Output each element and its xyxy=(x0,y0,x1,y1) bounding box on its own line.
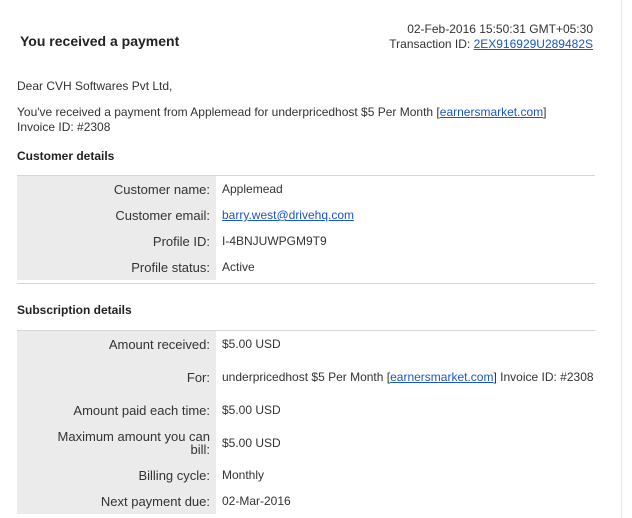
subscription-details-heading: Subscription details xyxy=(17,303,132,317)
message-prefix: You've received a payment from Applemead… xyxy=(17,105,440,119)
for-site-link[interactable]: earnersmarket.com xyxy=(390,370,493,384)
subscription-details-table: Amount received: $5.00 USD For: underpri… xyxy=(17,330,595,514)
table-row: Next payment due: 02-Mar-2016 xyxy=(17,488,595,514)
customer-name-label: Customer name: xyxy=(17,176,216,202)
table-row: Billing cycle: Monthly xyxy=(17,462,595,488)
section-divider xyxy=(17,283,595,284)
for-value: underpricedhost $5 Per Month [earnersmar… xyxy=(216,370,595,384)
profile-status-value: Active xyxy=(222,260,255,274)
amount-each-time-label: Amount paid each time: xyxy=(17,397,216,423)
greeting-text: Dear CVH Softwares Pvt Ltd, xyxy=(17,79,173,93)
transaction-meta: 02-Feb-2016 15:50:31 GMT+05:30 Transacti… xyxy=(389,22,593,52)
profile-id-value: I-4BNJUWPGM9T9 xyxy=(222,234,327,248)
table-row: Customer email: barry.west@drivehq.com xyxy=(17,202,595,228)
transaction-id-line: Transaction ID: 2EX916929U289482S xyxy=(389,37,593,52)
customer-details-heading: Customer details xyxy=(17,149,115,163)
customer-name-value: Applemead xyxy=(222,182,283,196)
next-payment-value: 02-Mar-2016 xyxy=(222,494,291,508)
message-suffix: ] xyxy=(543,105,547,119)
table-row: Amount paid each time: $5.00 USD xyxy=(17,397,595,423)
profile-id-label: Profile ID: xyxy=(17,228,216,254)
transaction-id-label: Transaction ID: xyxy=(389,37,471,51)
payment-message: You've received a payment from Applemead… xyxy=(17,105,577,135)
customer-email-label: Customer email: xyxy=(17,202,216,228)
billing-cycle-value: Monthly xyxy=(222,468,265,482)
message-site-link[interactable]: earnersmarket.com xyxy=(440,105,543,119)
customer-email-link[interactable]: barry.west@drivehq.com xyxy=(222,208,354,222)
message-invoice: Invoice ID: #2308 xyxy=(17,120,111,134)
customer-details-table: Customer name: Applemead Customer email:… xyxy=(17,175,595,280)
table-row: Maximum amount you can bill: $5.00 USD xyxy=(17,423,595,462)
table-row: Profile status: Active xyxy=(17,254,595,280)
table-row: Customer name: Applemead xyxy=(17,176,595,202)
amount-received-value: $5.00 USD xyxy=(222,337,281,351)
billing-cycle-label: Billing cycle: xyxy=(17,462,216,488)
table-row: For: underpricedhost $5 Per Month [earne… xyxy=(17,357,595,397)
for-prefix: underpricedhost $5 Per Month [ xyxy=(222,370,391,384)
transaction-id-link[interactable]: 2EX916929U289482S xyxy=(474,37,593,51)
profile-status-label: Profile status: xyxy=(17,254,216,280)
max-amount-label: Maximum amount you can bill: xyxy=(17,423,216,462)
table-row: Profile ID: I-4BNJUWPGM9T9 xyxy=(17,228,595,254)
for-suffix: ] Invoice ID: #2308 xyxy=(493,370,594,384)
max-amount-value: $5.00 USD xyxy=(222,435,281,450)
amount-received-label: Amount received: xyxy=(17,331,216,357)
table-row: Amount received: $5.00 USD xyxy=(17,331,595,357)
transaction-datetime: 02-Feb-2016 15:50:31 GMT+05:30 xyxy=(407,22,593,36)
scrollbar-track[interactable] xyxy=(621,0,632,518)
page-title: You received a payment xyxy=(20,33,180,49)
for-label: For: xyxy=(17,357,216,397)
amount-each-time-value: $5.00 USD xyxy=(222,403,281,417)
next-payment-label: Next payment due: xyxy=(17,488,216,514)
